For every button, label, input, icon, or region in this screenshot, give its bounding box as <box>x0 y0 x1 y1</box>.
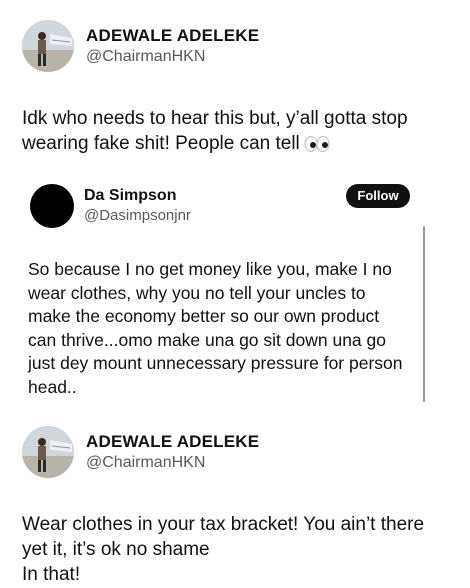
eyes-emoji-icon <box>304 134 330 159</box>
author-name[interactable]: ADEWALE ADELEKE <box>86 26 259 46</box>
quote-text-line: make the economy better so our own produ… <box>28 306 380 326</box>
quote-text-line: wear clothes, why you no tell your uncle… <box>28 282 366 303</box>
tweet-text-line: Idk who needs to hear this but, y’all go… <box>22 108 408 129</box>
tweet-text-line: yet it, it’s ok no shame <box>22 539 210 560</box>
quote-text-line: So because I no get money like you, make… <box>28 259 392 279</box>
follow-button[interactable]: Follow <box>346 184 410 208</box>
quote-text-line: just dey mount unnecessary pressure for … <box>28 353 403 373</box>
quote-text-line: can thrive...omo make una go sit down un… <box>28 329 386 350</box>
author-name[interactable]: ADEWALE ADELEKE <box>86 432 259 452</box>
quote-text: So because I no get money like you, make… <box>28 258 403 399</box>
avatar[interactable] <box>22 426 74 478</box>
scrollbar[interactable] <box>423 226 425 402</box>
author-handle[interactable]: @ChairmanHKN <box>86 48 205 66</box>
tweet-text-line: In that! <box>22 564 81 585</box>
tweet-text-line: Wear clothes in your tax bracket! You ai… <box>22 514 425 535</box>
quote-author-name[interactable]: Da Simpson <box>84 187 176 205</box>
tweet-text: Wear clothes in your tax bracket! You ai… <box>22 512 424 587</box>
quote-avatar[interactable] <box>30 184 74 228</box>
tweet-text-line: wearing fake shit! People can tell <box>22 131 408 159</box>
tweet-text: Idk who needs to hear this but, y’all go… <box>22 106 408 159</box>
tweet-text-line: wearing fake shit! People can tell <box>22 133 300 154</box>
author-handle[interactable]: @ChairmanHKN <box>86 454 205 472</box>
quote-author-handle[interactable]: @Dasimpsonjnr <box>84 207 191 224</box>
quote-text-line: head.. <box>28 376 77 397</box>
avatar[interactable] <box>22 20 74 72</box>
